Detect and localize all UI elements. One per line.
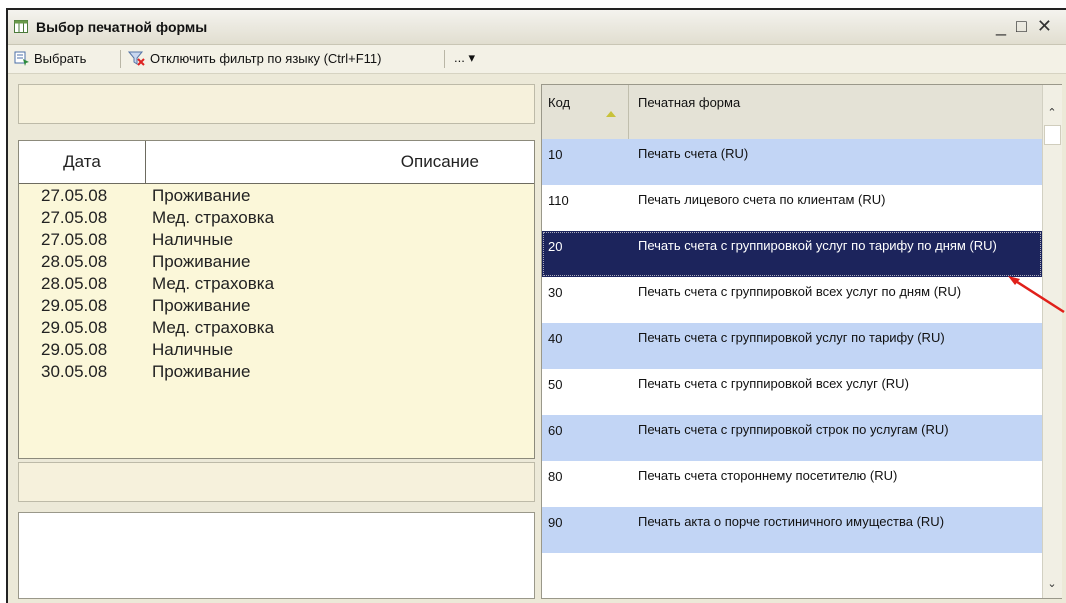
disable-language-filter-button[interactable]: Отключить фильтр по языку (Ctrl+F11) [128,50,382,66]
column-date-header[interactable]: Дата [19,141,146,183]
window-title: Выбор печатной формы [36,19,208,35]
row-date: 27.05.08 [41,208,108,227]
row-description: Мед. страховка [152,274,275,293]
filter-off-icon [128,51,145,66]
row-date: 28.05.08 [41,252,108,271]
row-date: 29.05.08 [41,340,108,359]
row-print-form: Печать счета с группировкой услуг по тар… [638,238,997,253]
row-print-form: Печать счета (RU) [638,146,749,161]
left-pane: Дата Описание 27.05.08 Проживание 27.05.0… [18,84,535,599]
list-row[interactable]: 110 Печать лицевого счета по клиентам (RU… [542,185,1042,231]
row-code: 80 [548,469,563,484]
select-button[interactable]: Выбрать [14,50,86,66]
row-description: Мед. страховка [152,208,275,227]
list-row[interactable]: 90 Печать акта о порче гостиничного имуще… [542,507,1042,553]
table-row[interactable]: 29.05.08 Мед. страховка [19,316,534,338]
row-code: 90 [548,515,563,530]
list-row[interactable]: 60 Печать счета с группировкой строк по у… [542,415,1042,461]
row-print-form: Печать счета с группировкой услуг по тар… [638,330,945,345]
row-code: 60 [548,423,563,438]
row-print-form: Печать счета стороннему посетителю (RU) [638,468,898,483]
row-print-form: Печать акта о порче гостиничного имущест… [638,514,945,529]
row-date: 28.05.08 [41,274,108,293]
column-print-form-header[interactable]: Печатная форма [638,95,740,110]
print-form-window: Выбор печатной формы _□✕ Выбрать Отключи… [6,8,1066,603]
column-divider [628,85,629,139]
list-row[interactable]: 50 Печать счета с группировкой всех услуг… [542,369,1042,415]
row-description: Наличные [152,340,234,359]
list-row[interactable]: 10 Печать счета (RU) [542,139,1042,185]
annotation-arrow-icon [1008,276,1065,314]
toolbar-separator [444,50,445,68]
row-description: Мед. страховка [152,318,275,337]
sort-ascending-icon [606,111,616,117]
table-row[interactable]: 29.05.08 Наличные [19,338,534,360]
row-description: Проживание [152,252,251,271]
column-code-header[interactable]: Код [548,95,570,110]
row-code: 50 [548,377,563,392]
row-description: Проживание [152,362,251,381]
table-row[interactable]: 27.05.08 Мед. страховка [19,206,534,228]
column-description-header[interactable]: Описание [239,152,479,172]
row-print-form: Печать счета с группировкой строк по усл… [638,422,949,437]
row-date: 30.05.08 [41,362,108,381]
more-actions-button[interactable]: ... ▾ [454,50,475,66]
scroll-down-icon[interactable]: ⌄ [1045,576,1059,592]
table-row[interactable]: 27.05.08 Наличные [19,228,534,250]
toolbar: Выбрать Отключить фильтр по языку (Ctrl+… [8,45,1066,74]
toolbar-separator [120,50,121,68]
table-row[interactable]: 27.05.08 Проживание [19,184,534,206]
row-code: 30 [548,285,563,300]
select-label: Выбрать [34,50,87,66]
account-entries-table: Дата Описание 27.05.08 Проживание 27.05.0… [18,140,535,459]
disable-language-filter-label: Отключить фильтр по языку (Ctrl+F11) [150,50,382,66]
table-row[interactable]: 29.05.08 Проживание [19,294,534,316]
title-bar[interactable]: Выбор печатной формы _□✕ [8,10,1066,45]
table-row[interactable]: 30.05.08 Проживание [19,360,534,382]
preview-box [18,512,535,599]
maximize-button[interactable]: □ [1016,16,1037,36]
row-description: Проживание [152,186,251,205]
vertical-scrollbar[interactable]: ⌃ ⌄ [1042,85,1062,598]
print-forms-list: Код Печатная форма 10 Печать счета (RU) 1… [541,84,1062,599]
row-code: 110 [548,193,569,208]
close-button[interactable]: ✕ [1037,16,1062,36]
table-row[interactable]: 28.05.08 Проживание [19,250,534,272]
row-code: 20 [548,239,563,254]
row-print-form: Печать счета с группировкой всех услуг п… [638,284,962,299]
row-code: 40 [548,331,563,346]
list-row[interactable]: 80 Печать счета стороннему посетителю (RU… [542,461,1042,507]
list-row[interactable]: 30 Печать счета с группировкой всех услуг… [542,277,1042,323]
row-date: 27.05.08 [41,230,108,249]
select-icon [14,51,29,66]
table-row[interactable]: 28.05.08 Мед. страховка [19,272,534,294]
scrollbar-thumb[interactable] [1044,125,1061,145]
row-date: 29.05.08 [41,318,108,337]
list-row[interactable]: 40 Печать счета с группировкой услуг по т… [542,323,1042,369]
row-description: Наличные [152,230,234,249]
list-header: Код Печатная форма [542,85,1042,140]
row-date: 27.05.08 [41,186,108,205]
list-row-selected[interactable]: 20 Печать счета с группировкой услуг по т… [542,231,1042,277]
left-header-band [18,84,535,124]
more-actions-label: ... ▾ [454,50,475,65]
minimize-button[interactable]: _ [996,16,1016,36]
window-controls: _□✕ [996,16,1062,37]
scroll-up-icon[interactable]: ⌃ [1045,105,1059,121]
row-date: 29.05.08 [41,296,108,315]
table-icon [14,20,28,33]
row-print-form: Печать счета с группировкой всех услуг (… [638,376,909,391]
left-footer-band [18,462,535,502]
row-code: 10 [548,147,563,162]
row-print-form: Печать лицевого счета по клиентам (RU) [638,192,886,207]
table-header: Дата Описание [19,141,534,184]
row-description: Проживание [152,296,251,315]
